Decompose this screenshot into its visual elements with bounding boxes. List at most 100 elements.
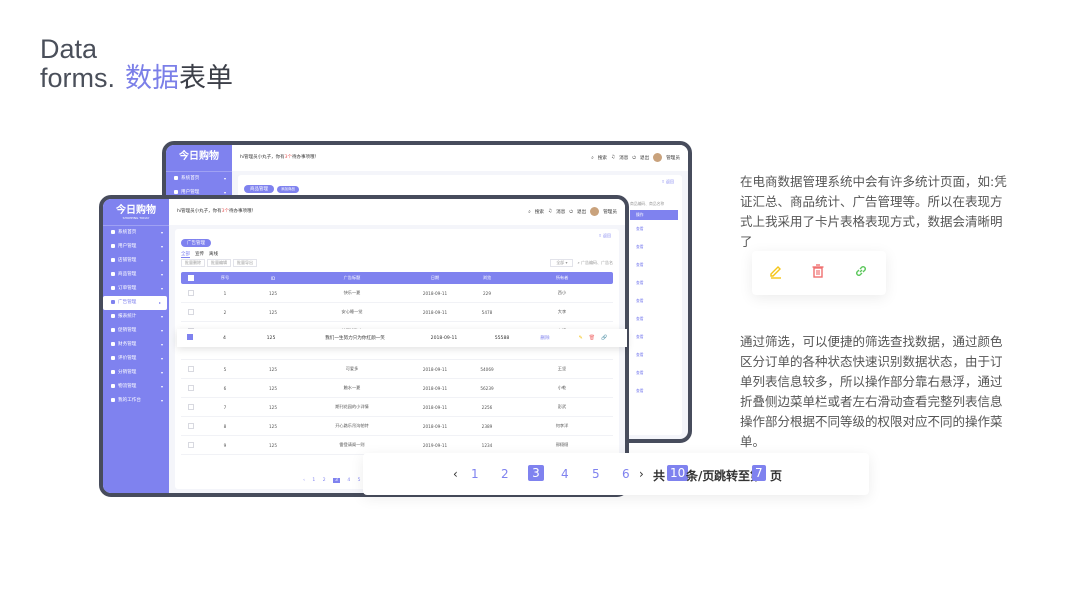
view-link[interactable]: 查看 (636, 346, 678, 364)
logout-link[interactable]: 退出 (577, 209, 586, 215)
page-link[interactable]: 1 (312, 478, 315, 483)
sidebar-item[interactable]: 分销管理 ▾ (103, 366, 169, 380)
checkbox[interactable] (186, 334, 193, 340)
avatar[interactable] (590, 207, 600, 216)
page-link[interactable]: 6 (622, 467, 630, 481)
logout-link[interactable]: 退出 (640, 155, 649, 161)
page-link[interactable]: 4 (347, 478, 350, 483)
row-checkbox[interactable] (181, 422, 201, 430)
tab-offline[interactable]: 离线 (209, 252, 218, 257)
sidebar-item[interactable]: 广告管理 ▸ (103, 296, 167, 310)
view-link[interactable]: 查看 (636, 382, 678, 400)
edit-icon[interactable]: ✎ (579, 335, 583, 341)
back-search-input[interactable]: 商品编码、商品名称 (630, 201, 678, 207)
table-search-input[interactable]: 广告编码、广告名 (581, 260, 613, 265)
batch-export-button[interactable]: 批量导出 (233, 259, 257, 267)
checkbox[interactable] (188, 289, 194, 296)
messages-link[interactable]: 消息 (619, 155, 628, 161)
jump-input[interactable]: 7 (752, 465, 766, 481)
delete-icon[interactable]: 🗑 (589, 335, 595, 341)
checkbox[interactable] (188, 365, 194, 372)
search-icon[interactable]: ⌕ (528, 209, 531, 215)
back-sidebar-item[interactable]: 系统首页 ▾ (166, 172, 232, 186)
page-link-current[interactable]: 3 (333, 478, 340, 483)
page-link[interactable]: 1 (471, 467, 479, 481)
header-checkbox[interactable] (181, 274, 201, 282)
link-icon[interactable] (853, 263, 869, 283)
sidebar-item[interactable]: 我的工作台 ▾ (103, 394, 169, 408)
row-delete-link[interactable]: 删除 (531, 335, 559, 341)
table-row[interactable]: 2 125 安心睡一觉 2018-09-11 5478 大李 (181, 303, 613, 322)
row-checkbox[interactable] (181, 365, 201, 373)
next-icon[interactable]: › (639, 467, 644, 481)
power-icon[interactable]: ⏻ (569, 209, 573, 215)
sidebar-item[interactable]: 物流管理 ▾ (103, 380, 169, 394)
row-checkbox[interactable] (181, 403, 201, 411)
sidebar-item[interactable]: 报表统计 ▾ (103, 310, 169, 324)
bell-icon[interactable]: ♫ (611, 155, 615, 160)
row-checkbox[interactable] (181, 384, 201, 392)
link-icon[interactable]: 🔗 (601, 335, 607, 341)
table-cell: 触水一夏 (343, 385, 361, 390)
tab-all[interactable]: 全部 (181, 252, 190, 258)
row-checkbox[interactable] (181, 289, 201, 297)
batch-edit-button[interactable]: 批量编辑 (207, 259, 231, 267)
table-row[interactable]: 7 125 期刊花园的小详情 2018-09-11 2256 彭武 (181, 398, 613, 417)
checkbox[interactable] (188, 403, 194, 410)
table-row[interactable]: 5 125 可爱多 2018-09-11 54069 王坚 (181, 360, 613, 379)
status-select[interactable]: 全部 ▾ (550, 259, 574, 267)
sidebar-item[interactable]: 店铺管理 ▾ (103, 254, 169, 268)
share-icon[interactable]: ⇪ 返回 (598, 233, 611, 239)
tab-promo[interactable]: 宣传 (195, 252, 204, 257)
sidebar-item[interactable]: 订单管理 ▾ (103, 282, 169, 296)
table-row[interactable]: 8 125 开心路乐吊沟帕特 2018-09-11 2389 何李洋 (181, 417, 613, 436)
table-row[interactable]: 6 125 触水一夏 2018-09-11 56239 小乾 (181, 379, 613, 398)
search-link[interactable]: 搜索 (598, 155, 607, 161)
view-link[interactable]: 查看 (636, 256, 678, 274)
checkbox[interactable] (188, 274, 194, 281)
sidebar-item[interactable]: 用户管理 ▾ (103, 240, 169, 254)
row-checkbox[interactable] (181, 308, 201, 316)
page-link[interactable]: 4 (561, 467, 569, 481)
avatar[interactable] (653, 153, 663, 162)
sidebar-item[interactable]: 促销管理 ▾ (103, 324, 169, 338)
delete-icon[interactable] (810, 263, 826, 283)
view-link[interactable]: 查看 (636, 364, 678, 382)
view-link[interactable]: 查看 (636, 310, 678, 328)
prev-icon[interactable]: ‹ (303, 478, 305, 483)
row-checkbox[interactable] (177, 334, 202, 342)
highlighted-table-row[interactable]: 4 125 我们一生努力只为你红颜一笑 2018-09-11 55588 删除 … (177, 329, 627, 347)
page-link-current[interactable]: 3 (528, 465, 544, 481)
front-tab-chip[interactable]: 广告管理 (181, 239, 211, 247)
checkbox[interactable] (188, 422, 194, 429)
prev-icon[interactable]: ‹ (453, 467, 458, 481)
batch-delete-button[interactable]: 批量删除 (181, 259, 205, 267)
row-checkbox[interactable] (181, 441, 201, 449)
search-link[interactable]: 搜索 (535, 209, 544, 215)
page-link[interactable]: 5 (358, 478, 361, 483)
back-add-chip[interactable]: 添加商品 (277, 186, 299, 193)
view-link[interactable]: 查看 (636, 274, 678, 292)
table-row[interactable]: 1 125 快乐一夏 2018-09-11 229 西小 (181, 284, 613, 303)
view-link[interactable]: 查看 (636, 328, 678, 346)
sidebar-item[interactable]: 评价管理 ▾ (103, 352, 169, 366)
share-icon[interactable]: ⇪ 返回 (661, 179, 674, 185)
bell-icon[interactable]: ♫ (548, 209, 552, 214)
edit-icon[interactable] (768, 263, 784, 283)
view-link[interactable]: 查看 (636, 292, 678, 310)
page-link[interactable]: 5 (592, 467, 600, 481)
messages-link[interactable]: 消息 (556, 209, 565, 215)
sidebar-item[interactable]: 财务管理 ▾ (103, 338, 169, 352)
page-link[interactable]: 2 (501, 467, 509, 481)
search-icon[interactable]: ⌕ (591, 155, 594, 161)
page-link[interactable]: 2 (323, 478, 326, 483)
sidebar-item[interactable]: 系统首页 ▾ (103, 226, 169, 240)
sidebar-item[interactable]: 商品管理 ▾ (103, 268, 169, 282)
back-tab-chip[interactable]: 商品管理 (244, 185, 274, 193)
view-link[interactable]: 查看 (636, 220, 678, 238)
checkbox[interactable] (188, 384, 194, 391)
checkbox[interactable] (188, 441, 194, 448)
power-icon[interactable]: ⏻ (632, 155, 636, 161)
view-link[interactable]: 查看 (636, 238, 678, 256)
checkbox[interactable] (188, 308, 194, 315)
